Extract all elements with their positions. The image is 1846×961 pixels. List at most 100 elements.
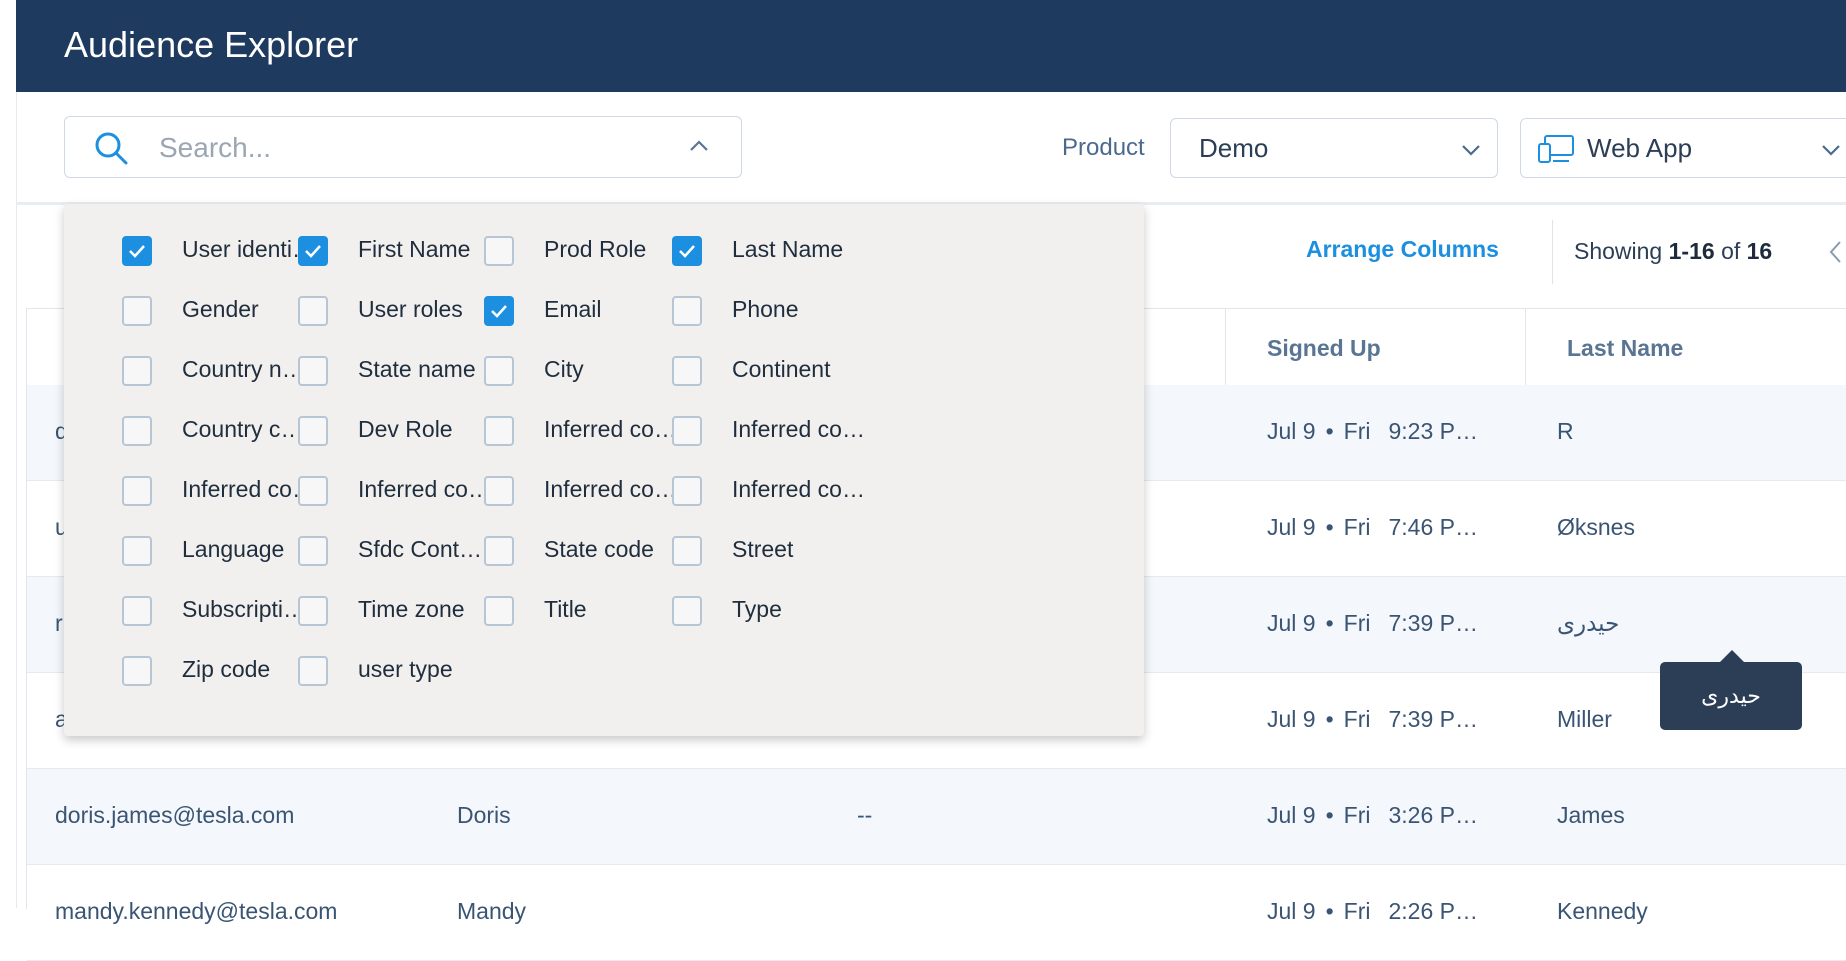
column-checkbox[interactable] <box>122 476 152 506</box>
column-option-label: City <box>544 356 584 382</box>
column-checkbox[interactable] <box>122 536 152 566</box>
column-checkbox[interactable] <box>298 656 328 686</box>
search-input[interactable] <box>157 131 621 165</box>
column-option[interactable]: Inferred co… <box>122 473 322 509</box>
column-option[interactable]: Country co… <box>122 413 322 449</box>
column-option[interactable]: Type <box>672 593 872 629</box>
column-option[interactable]: Language <box>122 533 322 569</box>
showing-range: 1-16 <box>1668 238 1715 264</box>
check-icon <box>679 245 695 258</box>
column-option[interactable]: user type <box>298 653 498 689</box>
column-checkbox[interactable] <box>484 296 514 326</box>
cell-signed-up-date: Jul 9 • Fri 2:26 P… <box>1267 898 1478 925</box>
column-checkbox[interactable] <box>298 236 328 266</box>
column-checkbox[interactable] <box>298 296 328 326</box>
column-header-signed-up[interactable]: Signed Up <box>1267 335 1381 362</box>
column-option[interactable]: Zip code <box>122 653 322 689</box>
column-checkbox[interactable] <box>672 356 702 386</box>
column-option-label: Zip code <box>182 656 271 682</box>
left-nav-strip <box>0 0 17 908</box>
column-checkbox[interactable] <box>672 236 702 266</box>
column-option[interactable]: Dev Role <box>298 413 498 449</box>
table-row[interactable]: doris.james@tesla.com Doris -- Jul 9 • Fri 3:2… <box>27 769 1846 865</box>
cell-last-name: James <box>1557 802 1625 828</box>
column-checkbox[interactable] <box>484 416 514 446</box>
column-option[interactable]: Inferred co… <box>672 473 872 509</box>
column-option-label: Phone <box>732 296 799 322</box>
column-checkbox[interactable] <box>122 356 152 386</box>
chevron-up-icon[interactable] <box>687 135 711 159</box>
column-option-label: Language <box>182 536 285 562</box>
column-checkbox[interactable] <box>672 596 702 626</box>
column-option[interactable]: Last Name <box>672 233 872 269</box>
column-checkbox[interactable] <box>122 236 152 266</box>
cell-signed-up-date-part: Fri <box>1343 898 1371 924</box>
column-option[interactable]: Inferred co… <box>484 413 684 449</box>
cell-first-name: Doris <box>457 802 511 828</box>
column-option[interactable]: First Name <box>298 233 498 269</box>
column-checkbox[interactable] <box>672 416 702 446</box>
column-option-label: Inferred co… <box>182 476 315 502</box>
arrange-columns-link[interactable]: Arrange Columns <box>1306 236 1499 263</box>
column-option[interactable]: User identi… <box>122 233 322 269</box>
cell-last-name: Kennedy <box>1557 898 1648 924</box>
cell-signed-up-date-part: • <box>1325 706 1334 732</box>
column-option[interactable]: State code <box>484 533 684 569</box>
column-option[interactable]: Inferred co… <box>298 473 498 509</box>
column-checkbox[interactable] <box>484 356 514 386</box>
cell-email: mandy.kennedy@tesla.com <box>55 898 338 924</box>
column-checkbox[interactable] <box>672 476 702 506</box>
column-checkbox[interactable] <box>122 656 152 686</box>
column-checkbox[interactable] <box>298 476 328 506</box>
column-checkbox[interactable] <box>122 296 152 326</box>
column-checkbox[interactable] <box>672 296 702 326</box>
product-select[interactable]: Demo <box>1170 118 1498 178</box>
column-option-label: Inferred co… <box>544 476 677 502</box>
showing-total: 16 <box>1746 238 1773 264</box>
column-checkbox[interactable] <box>298 356 328 386</box>
chevron-left-icon[interactable] <box>1826 238 1846 266</box>
cell-signed-up-date-part: Fri <box>1343 514 1371 540</box>
column-checkbox[interactable] <box>298 596 328 626</box>
column-option[interactable]: Inferred co… <box>672 413 872 449</box>
cell-signed-up-date-part: • <box>1325 418 1334 444</box>
column-checkbox[interactable] <box>298 416 328 446</box>
cell-signed-up-date-part: • <box>1325 898 1334 924</box>
column-option[interactable]: Time zone <box>298 593 498 629</box>
column-option[interactable]: Title <box>484 593 684 629</box>
cell-signed-up-date-part: 2:26 P… <box>1388 898 1478 924</box>
column-option[interactable]: State name <box>298 353 498 389</box>
column-option[interactable]: Gender <box>122 293 322 329</box>
column-checkbox[interactable] <box>298 536 328 566</box>
column-option[interactable]: Subscripti… <box>122 593 322 629</box>
column-option-label: Street <box>732 536 794 562</box>
cell-first-name: Mandy <box>457 898 527 924</box>
column-option[interactable]: City <box>484 353 684 389</box>
column-option[interactable]: Sfdc Cont… <box>298 533 498 569</box>
column-header-last-name[interactable]: Last Name <box>1567 335 1683 362</box>
column-option[interactable]: User roles <box>298 293 498 329</box>
column-option[interactable]: Prod Role <box>484 233 684 269</box>
check-icon <box>305 245 321 258</box>
column-option[interactable]: Street <box>672 533 872 569</box>
column-checkbox[interactable] <box>484 596 514 626</box>
cell-signed-up-date-part: • <box>1325 610 1334 636</box>
platform-select[interactable]: Web App <box>1520 118 1846 178</box>
column-option[interactable]: Country na… <box>122 353 322 389</box>
column-checkbox[interactable] <box>484 236 514 266</box>
column-checkbox[interactable] <box>672 536 702 566</box>
column-checkbox[interactable] <box>484 476 514 506</box>
column-option-label: Inferred co… <box>732 476 865 502</box>
column-option[interactable]: Inferred co… <box>484 473 684 509</box>
column-checkbox[interactable] <box>122 416 152 446</box>
column-option[interactable]: Continent <box>672 353 872 389</box>
column-checkbox[interactable] <box>484 536 514 566</box>
cell-signed-up-date: Jul 9 • Fri 7:39 P… <box>1267 610 1478 637</box>
table-row[interactable]: mandy.kennedy@tesla.com Mandy Jul 9 • Fri 2:2… <box>27 865 1846 961</box>
column-option[interactable]: Email <box>484 293 684 329</box>
search-box[interactable] <box>64 116 742 178</box>
toolbar-divider <box>1552 220 1553 284</box>
column-option[interactable]: Phone <box>672 293 872 329</box>
column-checkbox[interactable] <box>122 596 152 626</box>
cell-signed-up-date: Jul 9 • Fri 3:26 P… <box>1267 802 1478 829</box>
